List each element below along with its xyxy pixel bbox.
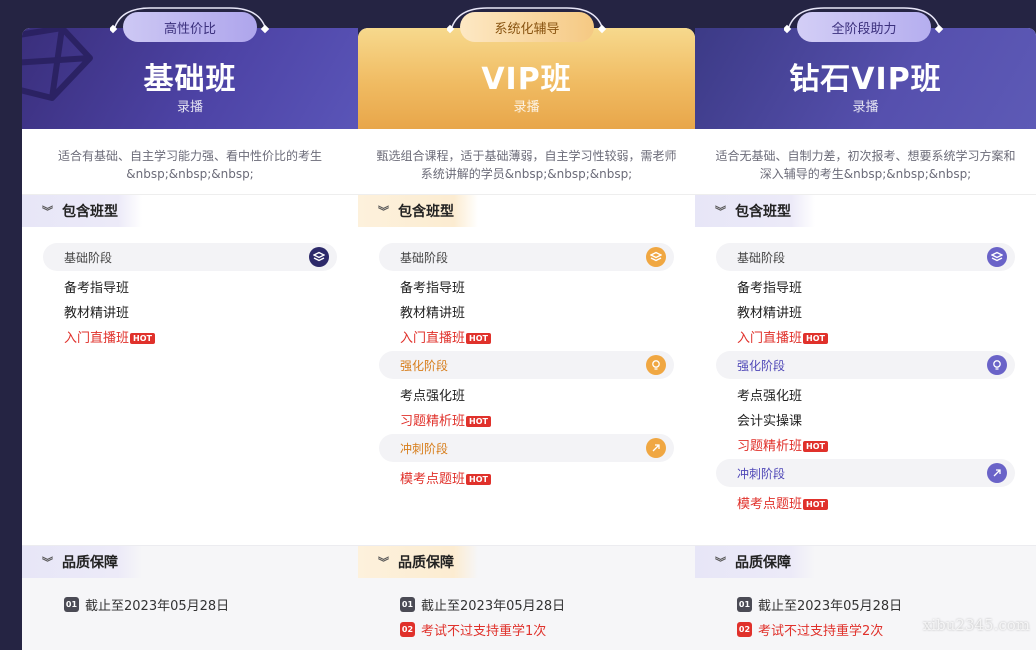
stage-basic[interactable]: 基础阶段	[716, 243, 1015, 271]
chevron-down-icon: ︾	[715, 556, 726, 569]
plan-subtitle: 录播	[176, 100, 203, 115]
quality-section: ︾ 品质保障 01 截止至2023年05月28日 02 考试不过支持重学1次	[358, 545, 695, 650]
list-item[interactable]: 会计实操课	[716, 409, 1015, 434]
classes-heading[interactable]: ︾ 包含班型	[695, 195, 815, 227]
list-item[interactable]: 考点强化班	[379, 384, 674, 409]
list-item[interactable]: 入门直播班 HOT	[716, 326, 1015, 351]
tag-pill: 系统化辅导	[460, 12, 594, 42]
rocket-icon	[987, 463, 1007, 483]
plan-card-basic[interactable]: 基础班 录播 适合有基础、自主学习能力强、看中性价比的考生&nbsp;&nbsp…	[22, 28, 358, 650]
stage-sprint[interactable]: 冲刺阶段	[716, 459, 1015, 487]
list-item[interactable]: 入门直播班 HOT	[379, 326, 674, 351]
number-badge: 02	[400, 622, 415, 637]
layers-icon	[646, 247, 666, 267]
plan-subtitle: 录播	[852, 100, 879, 115]
list-item[interactable]: 习题精析班 HOT	[716, 434, 1015, 459]
chevron-down-icon: ︾	[715, 205, 726, 218]
lightbulb-icon	[987, 355, 1007, 375]
stage-intensive[interactable]: 强化阶段	[379, 351, 674, 379]
list-item[interactable]: 入门直播班 HOT	[43, 326, 337, 351]
plan-description: 甄选组合课程，适于基础薄弱，自主学习性较弱，需老师系统讲解的学员&nbsp;&n…	[358, 129, 695, 195]
plan-tag-vip: 系统化辅导	[447, 6, 607, 50]
chevron-down-icon: ︾	[378, 556, 389, 569]
stage-intensive[interactable]: 强化阶段	[716, 351, 1015, 379]
list-item[interactable]: 教材精讲班	[43, 301, 337, 326]
list-item[interactable]: 备考指导班	[379, 276, 674, 301]
hot-badge: HOT	[803, 333, 828, 344]
plan-title: 基础班	[143, 62, 237, 97]
list-item[interactable]: 模考点题班 HOT	[379, 467, 674, 492]
list-item[interactable]: 备考指导班	[43, 276, 337, 301]
classes-heading[interactable]: ︾ 包含班型	[358, 195, 478, 227]
guarantee-item: 01 截止至2023年05月28日	[64, 597, 230, 614]
tag-pill: 全阶段助力	[797, 12, 931, 42]
hot-badge: HOT	[466, 474, 491, 485]
class-list: 基础阶段 备考指导班 教材精讲班 入门直播班 HOT	[22, 227, 358, 547]
hot-badge: HOT	[130, 333, 155, 344]
number-badge: 01	[400, 597, 415, 612]
number-badge: 01	[737, 597, 752, 612]
list-item[interactable]: 模考点题班 HOT	[716, 492, 1015, 517]
hot-badge: HOT	[466, 333, 491, 344]
plan-description: 适合有基础、自主学习能力强、看中性价比的考生&nbsp;&nbsp;&nbsp;	[22, 129, 358, 195]
plan-card-vip[interactable]: VIP班 录播 甄选组合课程，适于基础薄弱，自主学习性较弱，需老师系统讲解的学员…	[358, 28, 695, 650]
lightbulb-icon	[646, 355, 666, 375]
classes-heading[interactable]: ︾ 包含班型	[22, 195, 142, 227]
quality-heading[interactable]: ︾ 品质保障	[22, 546, 142, 578]
stage-basic[interactable]: 基础阶段	[43, 243, 337, 271]
hot-badge: HOT	[803, 441, 828, 452]
watermark: xibu2345.com	[922, 616, 1030, 634]
list-item[interactable]: 习题精析班 HOT	[379, 409, 674, 434]
number-badge: 01	[64, 597, 79, 612]
guarantee-item: 01 截止至2023年05月28日	[400, 597, 566, 614]
quality-heading[interactable]: ︾ 品质保障	[695, 546, 815, 578]
chevron-down-icon: ︾	[42, 205, 53, 218]
quality-section: ︾ 品质保障 01 截止至2023年05月28日 02 考试不过支持重学2次	[695, 545, 1036, 650]
stage-sprint[interactable]: 冲刺阶段	[379, 434, 674, 462]
layers-icon	[309, 247, 329, 267]
tag-pill: 高性价比	[123, 12, 257, 42]
chevron-down-icon: ︾	[378, 205, 389, 218]
quality-heading[interactable]: ︾ 品质保障	[358, 546, 478, 578]
list-item[interactable]: 备考指导班	[716, 276, 1015, 301]
layers-icon	[987, 247, 1007, 267]
number-badge: 02	[737, 622, 752, 637]
plan-title: 钻石VIP班	[789, 62, 942, 97]
plan-title: VIP班	[481, 62, 572, 97]
plan-card-diamond-vip[interactable]: 钻石VIP班 录播 适合无基础、自制力差，初次报考、想要系统学习方案和深入辅导的…	[695, 28, 1036, 650]
quality-section: ︾ 品质保障 01 截止至2023年05月28日	[22, 545, 358, 650]
list-item[interactable]: 教材精讲班	[716, 301, 1015, 326]
plan-subtitle: 录播	[513, 100, 540, 115]
plan-tag-basic: 高性价比	[110, 6, 270, 50]
plan-description: 适合无基础、自制力差，初次报考、想要系统学习方案和深入辅导的考生&nbsp;&n…	[695, 129, 1036, 195]
plan-tag-diamond-vip: 全阶段助力	[784, 6, 944, 50]
list-item[interactable]: 教材精讲班	[379, 301, 674, 326]
stage-basic[interactable]: 基础阶段	[379, 243, 674, 271]
class-list: 基础阶段 备考指导班 教材精讲班 入门直播班 HOT 强化阶段 考点强化班 会计实…	[695, 227, 1036, 547]
hot-badge: HOT	[803, 499, 828, 510]
guarantee-item: 01 截止至2023年05月28日	[737, 597, 903, 614]
guarantee-item: 02 考试不过支持重学1次	[400, 622, 547, 639]
hot-badge: HOT	[466, 416, 491, 427]
list-item[interactable]: 考点强化班	[716, 384, 1015, 409]
plan-comparison: 基础班 录播 适合有基础、自主学习能力强、看中性价比的考生&nbsp;&nbsp…	[0, 0, 1036, 650]
rocket-icon	[646, 438, 666, 458]
chevron-down-icon: ︾	[42, 556, 53, 569]
class-list: 基础阶段 备考指导班 教材精讲班 入门直播班 HOT 强化阶段 考点强化班 习题精…	[358, 227, 695, 547]
